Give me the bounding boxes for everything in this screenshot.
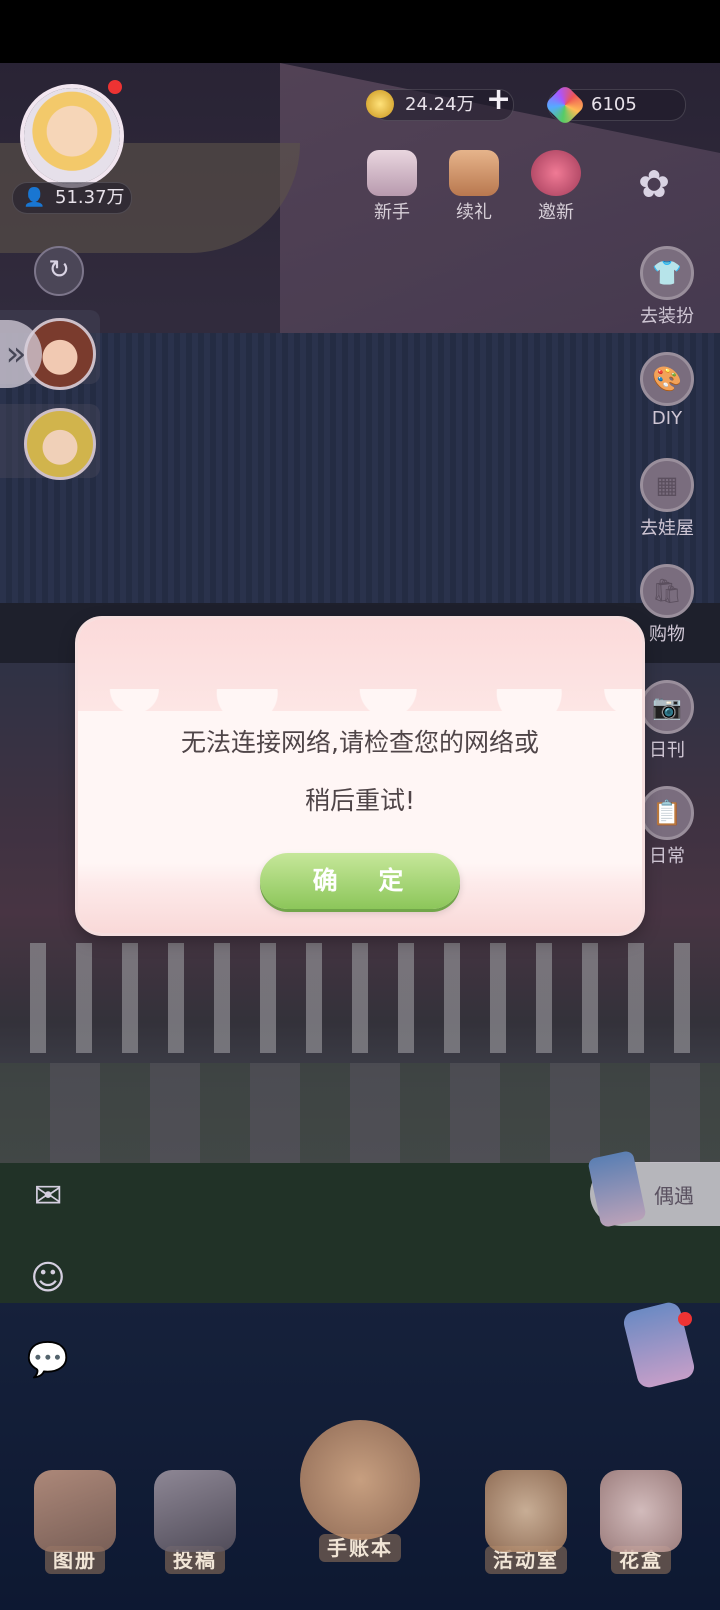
friend-avatar-2[interactable] (24, 408, 96, 480)
popularity-pill: 👤 51.37万 (12, 182, 132, 214)
flower-menu-icon[interactable]: ✿ (632, 162, 676, 206)
invite-button[interactable]: 邀新 (526, 150, 586, 224)
dialog-message: 无法连接网络,请检查您的网络或 稍后重试! (118, 714, 602, 830)
bottom-nav: 图册 投稿 手账本 活动室 花盒 (0, 1410, 720, 1610)
shopping-button[interactable]: 🛍 购物 (632, 564, 702, 646)
invite-heart-icon (531, 150, 581, 196)
dress-up-button[interactable]: 👕 去装扮 (632, 246, 702, 328)
nav-journal[interactable]: 手账本 (290, 1420, 430, 1562)
renewal-button[interactable]: 续礼 (444, 150, 504, 224)
newbie-gift-icon (367, 150, 417, 196)
notification-dot-phone (678, 1312, 692, 1326)
daily-journal-button[interactable]: 📷 日刊 (632, 680, 702, 762)
dialog-message-line1: 无法连接网络,请检查您的网络或 (181, 728, 539, 757)
chat-bubble-icon[interactable]: 💬 (22, 1340, 74, 1388)
network-error-dialog: 无法连接网络,请检查您的网络或 稍后重试! 确 定 (78, 619, 642, 933)
nav-album[interactable]: 图册 (30, 1470, 120, 1574)
popularity-value: 51.37万 (55, 187, 125, 208)
gold-value: 24.24万 (405, 94, 475, 115)
dress-up-icon: 👕 (640, 246, 694, 300)
dialog-message-line2: 稍后重试! (304, 786, 416, 815)
add-gold-button[interactable]: + (486, 82, 511, 117)
encounter-button[interactable]: 偶遇 (587, 1149, 720, 1229)
nav-activity[interactable]: 活动室 (474, 1470, 578, 1574)
player-avatar[interactable] (24, 88, 120, 184)
mail-icon[interactable]: ✉ (22, 1176, 74, 1224)
refresh-icon[interactable]: ↻ (34, 246, 84, 296)
diy-button[interactable]: 🎨 DIY (632, 352, 702, 429)
nav-flower-box[interactable]: 花盒 (596, 1470, 686, 1574)
status-bar-area (0, 0, 720, 63)
flower-pot-icon (600, 1470, 682, 1552)
daily-tasks-button[interactable]: 📋 日常 (632, 786, 702, 868)
doll-house-icon: ▦ (640, 458, 694, 512)
notification-dot (108, 80, 122, 94)
clipboard-icon: 📋 (640, 786, 694, 840)
person-icon: 👤 (23, 187, 46, 208)
newbie-button[interactable]: 新手 (362, 150, 422, 224)
renewal-gift-icon (449, 150, 499, 196)
palette-icon: 🎨 (640, 352, 694, 406)
friends-icon[interactable]: ☺ (22, 1258, 74, 1306)
confirm-button[interactable]: 确 定 (260, 853, 460, 909)
camera-icon: 📷 (640, 680, 694, 734)
album-icon (34, 1470, 116, 1552)
teddy-bear-icon (485, 1470, 567, 1552)
shopping-bag-icon: 🛍 (640, 564, 694, 618)
journal-book-icon (300, 1420, 420, 1540)
gem-value: 6105 (591, 94, 637, 115)
gold-coin-icon (366, 90, 394, 118)
film-clapper-icon (154, 1470, 236, 1552)
nav-submit[interactable]: 投稿 (150, 1470, 240, 1574)
doll-house-button[interactable]: ▦ 去娃屋 (632, 458, 702, 540)
